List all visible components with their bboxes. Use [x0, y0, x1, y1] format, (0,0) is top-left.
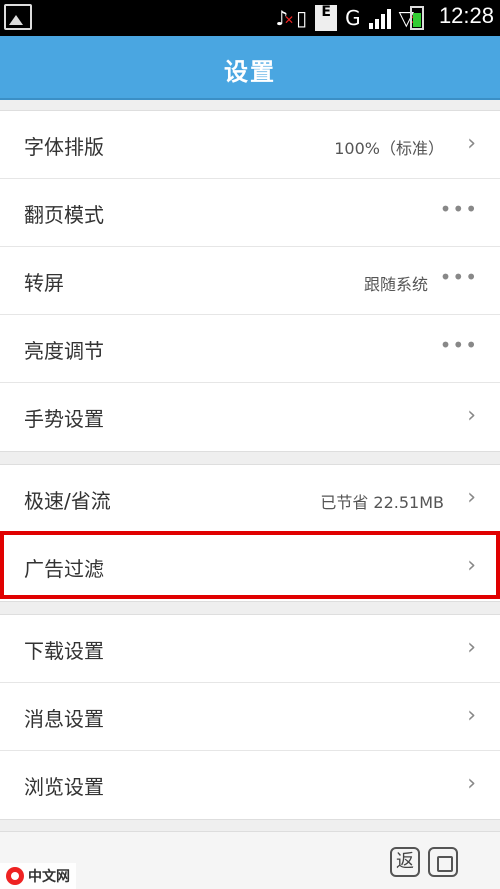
watermark: 中文网 [0, 863, 76, 889]
settings-row-page-turn-mode[interactable]: 翻页模式 ••• [0, 179, 500, 247]
row-label: 翻页模式 [24, 203, 104, 227]
row-value: 已节省 22.51MB [320, 493, 444, 512]
row-label: 字体排版 [24, 135, 104, 159]
gallery-icon [4, 4, 32, 30]
chevron-right-icon: › [467, 553, 476, 578]
bottom-bar: 返 中文网 [0, 831, 500, 889]
more-dots-icon: ••• [439, 197, 478, 221]
row-value: 100%（标准） [334, 139, 444, 158]
row-label: 浏览设置 [24, 775, 104, 799]
chevron-right-icon: › [467, 771, 476, 796]
clock: 12:28 [438, 3, 494, 28]
row-label: 手势设置 [24, 407, 104, 431]
settings-group-misc: 下载设置 › 消息设置 › 浏览设置 › [0, 614, 500, 820]
vibrate-icon: ▯ [296, 6, 308, 30]
settings-row-rotate-screen[interactable]: 转屏 跟随系统 ••• [0, 247, 500, 315]
settings-row-browse[interactable]: 浏览设置 › [0, 751, 500, 819]
network-type-g-icon: G [345, 6, 361, 30]
more-dots-icon: ••• [439, 333, 478, 357]
settings-group-network: 极速/省流 已节省 22.51MB › 广告过滤 › [0, 464, 500, 602]
signal-strength-icon [368, 7, 391, 29]
row-label: 下载设置 [24, 639, 104, 663]
settings-row-message[interactable]: 消息设置 › [0, 683, 500, 751]
row-label: 极速/省流 [24, 489, 111, 513]
row-value: 跟随系统 [363, 275, 428, 294]
settings-group-display: 字体排版 100%（标准） › 翻页模式 ••• 转屏 跟随系统 ••• 亮度调… [0, 110, 500, 452]
chevron-right-icon: › [467, 635, 476, 660]
chevron-right-icon: › [467, 131, 476, 156]
settings-row-gesture[interactable]: 手势设置 › [0, 383, 500, 451]
settings-row-ad-filter[interactable]: 广告过滤 › [0, 533, 500, 601]
settings-row-brightness[interactable]: 亮度调节 ••• [0, 315, 500, 383]
row-label: 转屏 [24, 271, 64, 295]
page-title: 设置 [224, 58, 276, 86]
site-logo-icon [6, 867, 24, 885]
chevron-right-icon: › [467, 403, 476, 428]
watermark-text: 中文网 [28, 869, 70, 885]
settings-row-download[interactable]: 下载设置 › [0, 615, 500, 683]
music-muted-icon: ♪ ✕ [275, 6, 295, 30]
sim-e-icon: E [315, 5, 338, 31]
row-label: 消息设置 [24, 707, 104, 731]
battery-icon [410, 6, 424, 30]
row-label: 亮度调节 [24, 339, 104, 363]
row-label: 广告过滤 [24, 557, 104, 581]
chevron-right-icon: › [467, 485, 476, 510]
settings-row-font-layout[interactable]: 字体排版 100%（标准） › [0, 111, 500, 179]
more-dots-icon: ••• [439, 265, 478, 289]
status-icons: ♪ ✕ ▯ E G ▽ ✕ [275, 4, 420, 32]
home-button[interactable] [428, 847, 458, 877]
title-bar: 设置 [0, 36, 500, 100]
settings-row-speed-saving[interactable]: 极速/省流 已节省 22.51MB › [0, 465, 500, 533]
status-bar: ♪ ✕ ▯ E G ▽ ✕ 12:28 [0, 0, 500, 36]
back-button[interactable]: 返 [390, 847, 420, 877]
chevron-right-icon: › [467, 703, 476, 728]
